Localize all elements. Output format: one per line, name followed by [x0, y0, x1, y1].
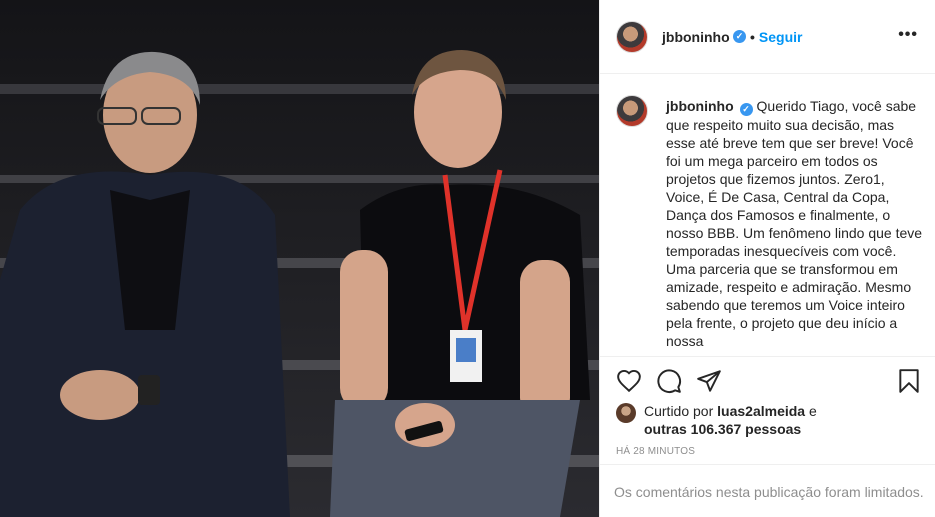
liker-avatar[interactable] [616, 403, 636, 423]
liker-username[interactable]: luas2almeida [717, 403, 805, 419]
liked-by: Curtido por luas2almeida e outras 106.36… [616, 402, 926, 438]
post-panel: jbboninho ✓ • Seguir ••• jbboninho ✓ Queri… [599, 0, 935, 517]
separator-dot: • [750, 29, 755, 45]
comment-icon[interactable] [656, 368, 682, 394]
caption-username[interactable]: jbboninho [666, 98, 734, 114]
author-avatar[interactable] [616, 21, 648, 53]
bookmark-icon[interactable] [896, 368, 922, 394]
caption-author-avatar[interactable] [616, 95, 648, 127]
post-image[interactable] [0, 0, 599, 517]
liked-by-text: Curtido por luas2almeida e outras 106.36… [644, 402, 926, 438]
liked-prefix: Curtido por [644, 403, 714, 419]
caption-verified-badge-icon: ✓ [739, 103, 753, 116]
post-header: jbboninho ✓ • Seguir ••• [600, 0, 935, 74]
verified-badge-icon: ✓ [733, 30, 746, 43]
author-username[interactable]: jbboninho [662, 29, 730, 45]
paper-plane-icon[interactable] [696, 368, 722, 394]
likes-count[interactable]: outras 106.367 pessoas [644, 421, 801, 437]
caption: jbboninho ✓ Querido Tiago, você sabe que … [666, 97, 924, 350]
follow-button[interactable]: • Seguir [750, 29, 802, 45]
post-timestamp[interactable]: HÁ 28 MINUTOS [616, 446, 695, 457]
liked-connector: e [808, 403, 817, 419]
caption-text: Querido Tiago, você sabe que respeito mu… [666, 98, 923, 349]
post-photo [0, 0, 599, 517]
more-options-icon[interactable]: ••• [898, 26, 918, 44]
post-actions: Curtido por luas2almeida e outras 106.36… [600, 356, 935, 464]
caption-section: jbboninho ✓ Querido Tiago, você sabe que … [600, 75, 935, 355]
heart-icon[interactable] [616, 368, 642, 394]
comments-limited-notice: Os comentários nesta publicação foram li… [600, 464, 935, 517]
follow-label: Seguir [758, 29, 803, 45]
